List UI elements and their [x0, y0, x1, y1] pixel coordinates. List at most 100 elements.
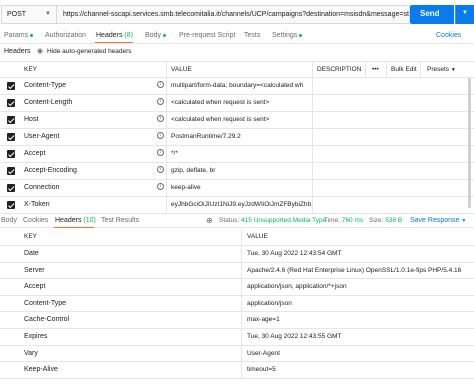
- column-key: KEY: [24, 66, 38, 73]
- request-headers-table: KEY VALUE DESCRIPTION ••• Bulk Edit Pres…: [0, 61, 474, 214]
- info-icon[interactable]: i: [157, 132, 164, 139]
- eye-off-icon[interactable]: ◉: [37, 47, 43, 55]
- header-key: Date: [24, 250, 39, 257]
- status-dot-icon: [299, 33, 303, 37]
- header-value: multipart/form-data; boundary=<calculate…: [171, 82, 304, 89]
- header-key: Content-Type: [24, 82, 67, 89]
- url-input[interactable]: https://channel-sscapi.services.smb.tele…: [56, 5, 410, 24]
- column-value: VALUE: [247, 233, 268, 240]
- header-key: Accept-Encoding: [24, 167, 77, 174]
- row-enabled-checkbox[interactable]: [7, 99, 15, 107]
- tab-tests[interactable]: Tests: [244, 32, 260, 39]
- presets-label: Presets: [427, 66, 450, 73]
- table-row: Content-Length i <calculated when reques…: [0, 95, 474, 112]
- info-icon[interactable]: i: [157, 166, 164, 173]
- header-value: */*: [171, 150, 178, 157]
- header-value: Apache/2.4.6 (Red Hat Enterprise Linux) …: [247, 266, 462, 274]
- row-enabled-checkbox[interactable]: [7, 167, 15, 175]
- status-dot-icon: [162, 33, 166, 37]
- info-icon[interactable]: i: [157, 115, 164, 122]
- header-value: User-Agent: [247, 349, 280, 357]
- save-response-button[interactable]: Save Response ▼: [410, 217, 466, 224]
- tab-authorization[interactable]: Authorization: [45, 32, 86, 39]
- tab-headers-label: Headers: [96, 32, 123, 39]
- info-icon[interactable]: i: [157, 98, 164, 105]
- tab-settings-label: Settings: [272, 32, 298, 39]
- column-value: VALUE: [171, 66, 192, 73]
- table-row: Vary User-Agent: [0, 345, 474, 363]
- header-value: Tue, 30 Aug 2022 12:43:55 GMT: [247, 332, 342, 340]
- header-key: Keep-Alive: [24, 366, 58, 374]
- chevron-down-icon: ▼: [450, 67, 456, 73]
- row-enabled-checkbox[interactable]: [7, 133, 15, 141]
- info-icon[interactable]: i: [157, 81, 164, 88]
- http-method-label: POST: [7, 11, 27, 18]
- tab-headers[interactable]: Headers (8): [96, 32, 133, 39]
- tab-params-label: Params: [4, 32, 29, 39]
- header-value: gzip, deflate, br: [171, 167, 216, 174]
- send-button[interactable]: Send: [410, 5, 454, 24]
- table-row: Connection i keep-alive: [0, 180, 474, 197]
- header-value: eyJhbGciOiJIUzI1NiJ9.eyJzdWIiOiJmZFBybiZ…: [171, 201, 311, 208]
- row-enabled-checkbox[interactable]: [7, 184, 15, 192]
- globe-icon[interactable]: ⊕: [206, 216, 213, 225]
- header-value: application/json: [247, 299, 292, 307]
- tab-response-body[interactable]: Body: [1, 217, 17, 224]
- tab-pre-request-script[interactable]: Pre-request Script: [179, 32, 235, 39]
- row-enabled-checkbox[interactable]: [7, 150, 15, 158]
- tab-tests-label: Tests: [244, 32, 261, 39]
- column-key: KEY: [24, 233, 38, 240]
- column-description: DESCRIPTION: [317, 66, 362, 73]
- header-value: application/json, application/*+json: [247, 283, 347, 291]
- hide-auto-generated-headers-toggle[interactable]: Hide auto-generated headers: [47, 48, 132, 55]
- tab-params[interactable]: Params: [4, 32, 34, 39]
- info-icon[interactable]: i: [157, 149, 164, 156]
- more-options-button[interactable]: •••: [372, 66, 379, 73]
- header-value: <calculated when request is sent>: [171, 99, 270, 106]
- header-key: Accept: [24, 150, 46, 157]
- tab-body[interactable]: Body: [145, 32, 166, 39]
- table-row: X-Token eyJhbGciOiJIUzI1NiJ9.eyJzdWIiOiJ…: [0, 197, 474, 214]
- active-tab-indicator: [54, 227, 94, 228]
- info-icon[interactable]: i: [157, 183, 164, 190]
- tab-response-headers[interactable]: Headers (10): [55, 217, 96, 224]
- tab-response-cookies[interactable]: Cookies: [23, 217, 48, 224]
- status-value[interactable]: 415 Unsupported Media Type: [241, 217, 326, 224]
- bulk-edit-button[interactable]: Bulk Edit: [391, 66, 417, 73]
- table-row: Content-Type application/json: [0, 295, 474, 313]
- tab-settings[interactable]: Settings: [272, 32, 303, 39]
- response-tabs: Body Cookies Headers (10) Test Results ⊕…: [0, 213, 474, 228]
- header-key: Host: [24, 116, 39, 123]
- table-row: Keep-Alive timeout=5: [0, 362, 474, 379]
- cookies-link[interactable]: Cookies: [436, 32, 461, 39]
- time-label: Time:: [324, 217, 341, 224]
- tab-test-results[interactable]: Test Results: [101, 217, 139, 224]
- row-enabled-checkbox[interactable]: [7, 116, 15, 124]
- headers-toolbar: Headers ◉ Hide auto-generated headers: [0, 45, 474, 60]
- response-size: Size: 538 B: [369, 217, 402, 224]
- response-time: Time: 760 ms: [324, 217, 363, 224]
- request-tabs: Params Authorization Headers (8) Body Pr…: [0, 30, 474, 44]
- row-enabled-checkbox[interactable]: [7, 82, 15, 90]
- tab-response-headers-label: Headers: [55, 217, 82, 224]
- presets-dropdown[interactable]: Presets ▼: [427, 66, 456, 73]
- send-options-chevron-icon[interactable]: ▼: [455, 5, 474, 24]
- header-value: PostmanRuntime/7.29.2: [171, 133, 241, 140]
- table-row: Server Apache/2.4.6 (Red Hat Enterprise …: [0, 262, 474, 280]
- header-key: Vary: [24, 349, 38, 357]
- request-url-bar: POST ▼ https://channel-sscapi.services.s…: [0, 0, 474, 30]
- table-row: Date Tue, 30 Aug 2022 12:43:54 GMT: [0, 246, 474, 263]
- row-enabled-checkbox[interactable]: [7, 201, 15, 209]
- time-value[interactable]: 760 ms: [342, 217, 363, 224]
- http-method-select[interactable]: POST ▼: [1, 5, 56, 24]
- headers-title: Headers: [4, 48, 31, 55]
- table-row: Content-Type i multipart/form-data; boun…: [0, 78, 474, 95]
- table-row: Accept i */*: [0, 146, 474, 163]
- header-key: Accept: [24, 283, 46, 291]
- tab-authorization-label: Authorization: [45, 32, 86, 39]
- table-row: Cache-Control max-age=1: [0, 312, 474, 329]
- save-response-label: Save Response: [410, 217, 460, 224]
- size-value[interactable]: 538 B: [385, 217, 402, 224]
- header-value: Tue, 30 Aug 2022 12:43:54 GMT: [247, 250, 342, 257]
- scrollbar[interactable]: [468, 78, 471, 208]
